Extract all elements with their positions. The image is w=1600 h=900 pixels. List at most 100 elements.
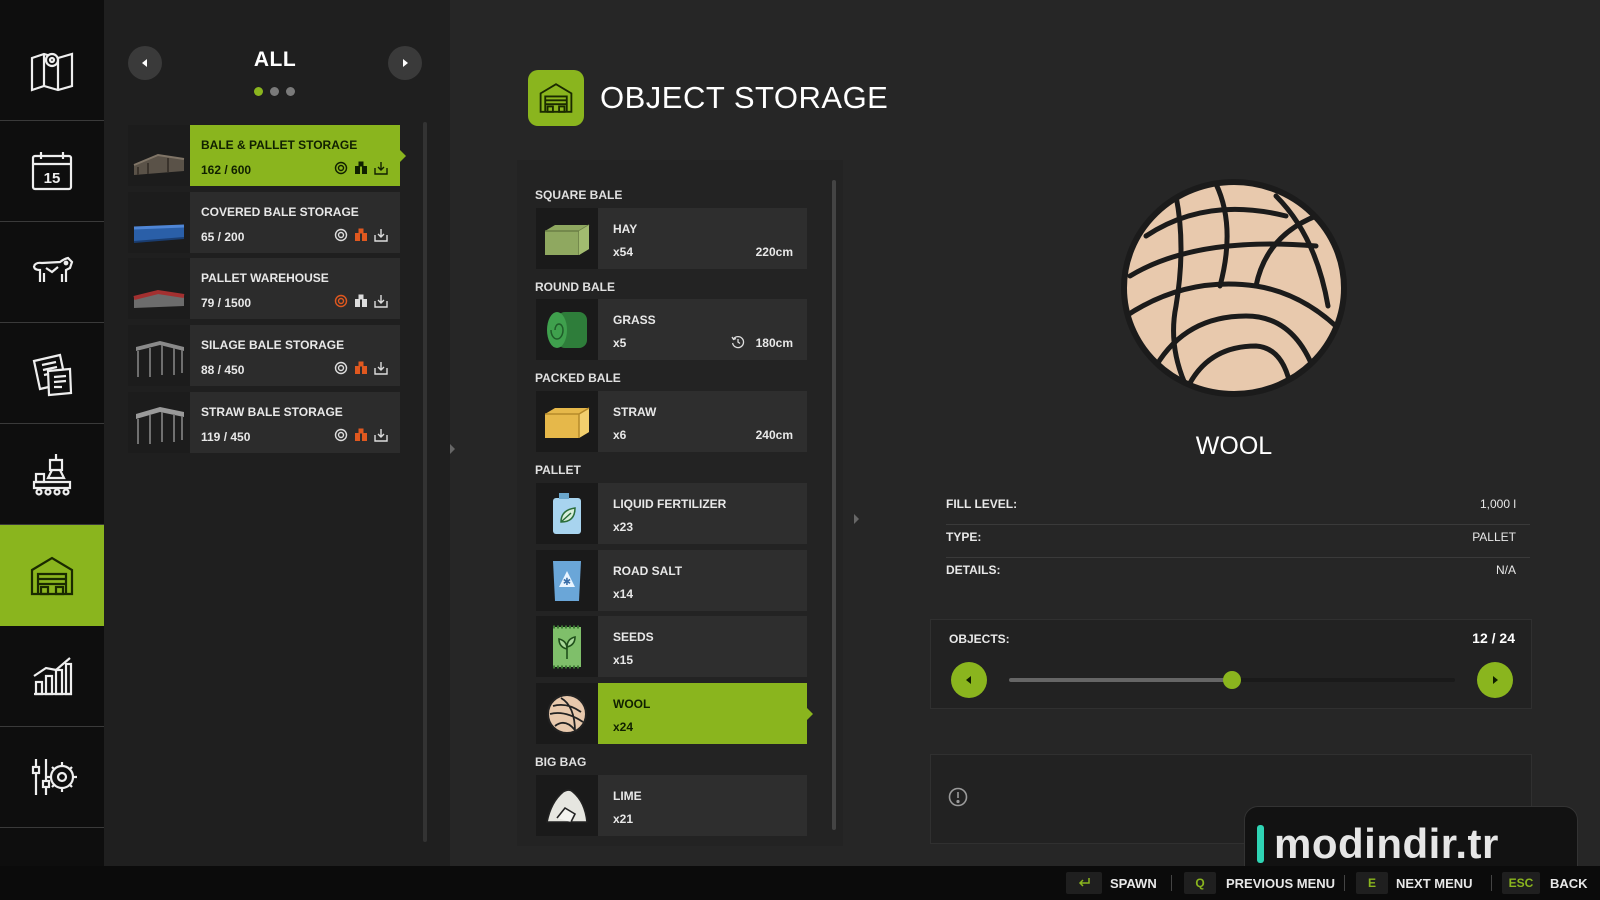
detail-expand-arrow[interactable] <box>854 514 859 524</box>
selected-caret <box>807 708 813 720</box>
nav-item-calendar[interactable]: 15 <box>0 121 104 222</box>
nav-item-animals[interactable] <box>0 222 104 323</box>
detail-title: WOOL <box>1195 432 1273 460</box>
next-menu-label[interactable]: NEXT MENU <box>1396 876 1473 891</box>
spawn-key[interactable] <box>1066 872 1102 894</box>
panel-expand-arrow[interactable] <box>450 444 455 454</box>
storage-thumbnail <box>128 325 190 386</box>
storage-name: COVERED BALE STORAGE <box>201 205 359 219</box>
object-size: 180cm <box>755 336 793 350</box>
caret-right-icon <box>403 59 408 67</box>
storage-row-straw-bale[interactable]: STRAW BALE STORAGE 119 / 450 <box>128 392 400 453</box>
input-icon <box>374 228 388 242</box>
storage-thumbnail <box>128 392 190 453</box>
prop-label: DETAILS: <box>946 563 1001 577</box>
object-row-hay[interactable]: HAY x54 220cm <box>536 208 807 269</box>
storage-name: BALE & PALLET STORAGE <box>201 138 358 152</box>
nav-item-map[interactable] <box>0 20 104 121</box>
storage-count: 119 / 450 <box>201 430 251 444</box>
nav-item-contracts[interactable] <box>0 323 104 424</box>
production-icon <box>32 454 72 496</box>
object-row-road-salt[interactable]: ✱ ROAD SALT x14 <box>536 550 807 611</box>
prop-value: PALLET <box>1472 530 1516 544</box>
category-label: PACKED BALE <box>535 371 621 385</box>
watermark-text: modindir.tr <box>1274 820 1499 867</box>
footer-separator <box>1491 875 1492 891</box>
info-icon <box>948 787 968 807</box>
objects-decrease-button[interactable] <box>951 662 987 698</box>
page-dot[interactable] <box>286 87 295 96</box>
object-row-seeds[interactable]: SEEDS x15 <box>536 616 807 677</box>
details-row: DETAILS: N/A <box>946 557 1530 590</box>
storage-count: 79 / 1500 <box>201 296 252 310</box>
storage-count: 88 / 450 <box>201 363 245 377</box>
spawn-label[interactable]: SPAWN <box>1110 876 1157 891</box>
previous-menu-key[interactable]: Q <box>1184 872 1216 894</box>
previous-menu-label[interactable]: PREVIOUS MENU <box>1226 876 1335 891</box>
list-scrollbar[interactable] <box>423 122 427 842</box>
storage-name: PALLET WAREHOUSE <box>201 271 329 285</box>
storage-icon <box>30 556 74 595</box>
wool-icon <box>547 693 587 734</box>
nav-item-production[interactable] <box>0 424 104 525</box>
category-label: ROUND BALE <box>535 280 615 294</box>
back-label[interactable]: BACK <box>1550 876 1588 891</box>
page-header: OBJECT STORAGE <box>528 70 888 126</box>
filter-prev-button[interactable] <box>128 46 162 80</box>
prop-label: TYPE: <box>946 530 982 544</box>
object-row-wool[interactable]: WOOL x24 <box>536 683 813 744</box>
storage-thumbnail <box>128 258 190 319</box>
objects-selector: OBJECTS: 12 / 24 <box>930 619 1532 709</box>
caret-right-icon <box>1493 676 1498 684</box>
fill-level-row: FILL LEVEL: 1,000 l <box>946 491 1530 525</box>
page-dot[interactable] <box>254 87 263 96</box>
nav-item-statistics[interactable] <box>0 626 104 727</box>
category-label: PALLET <box>535 463 581 477</box>
storage-row-pallet-warehouse[interactable]: PALLET WAREHOUSE 79 / 1500 <box>128 258 400 319</box>
object-row-grass[interactable]: GRASS x5 180cm <box>536 299 807 360</box>
object-name: LIME <box>613 789 642 803</box>
storage-count: 162 / 600 <box>201 163 252 177</box>
filter-next-button[interactable] <box>388 46 422 80</box>
slider-thumb[interactable] <box>1223 671 1241 689</box>
input-icon <box>374 161 388 175</box>
storage-row-covered-bale[interactable]: COVERED BALE STORAGE 65 / 200 <box>128 192 400 253</box>
object-name: HAY <box>613 222 638 236</box>
objects-increase-button[interactable] <box>1477 662 1513 698</box>
hay-bale-icon <box>545 223 590 255</box>
slider-fill <box>1009 678 1232 682</box>
nav-item-settings[interactable] <box>0 727 104 828</box>
category-label: SQUARE BALE <box>535 188 623 202</box>
back-key[interactable]: ESC <box>1502 872 1540 894</box>
storage-row-silage-bale[interactable]: SILAGE BALE STORAGE 88 / 450 <box>128 325 400 386</box>
wool-large-icon <box>1121 179 1347 397</box>
object-qty: x54 <box>613 245 634 259</box>
object-name: WOOL <box>613 697 651 711</box>
nav-item-storage[interactable] <box>0 525 106 626</box>
object-list-scrollbar[interactable] <box>832 180 836 830</box>
storage-row-bale-pallet[interactable]: BALE & PALLET STORAGE 162 / 600 <box>128 125 406 186</box>
storage-header-icon <box>528 70 584 126</box>
square-bale-type-icon <box>354 361 368 375</box>
objects-count: 12 / 24 <box>1472 630 1515 646</box>
settings-icon <box>31 759 77 795</box>
fermentation-timer-icon <box>731 335 745 349</box>
round-bale-type-icon <box>334 228 348 242</box>
liquid-fertilizer-icon <box>553 492 581 534</box>
next-menu-key[interactable]: E <box>1356 872 1388 894</box>
object-row-lime[interactable]: LIME x21 <box>536 775 807 836</box>
footer-separator <box>1171 875 1172 891</box>
object-qty: x21 <box>613 812 634 826</box>
objects-slider[interactable] <box>1009 671 1455 689</box>
object-name: LIQUID FERTILIZER <box>613 497 727 511</box>
animals-icon <box>32 256 74 282</box>
square-bale-type-icon <box>354 428 368 442</box>
contracts-icon <box>32 353 73 397</box>
object-row-liquid-fertilizer[interactable]: LIQUID FERTILIZER x23 <box>536 483 807 544</box>
object-row-straw[interactable]: STRAW x6 240cm <box>536 391 807 452</box>
input-icon <box>374 294 388 308</box>
page-dot[interactable] <box>270 87 279 96</box>
object-qty: x14 <box>613 587 634 601</box>
type-row: TYPE: PALLET <box>946 524 1530 558</box>
prop-label: FILL LEVEL: <box>946 497 1018 511</box>
